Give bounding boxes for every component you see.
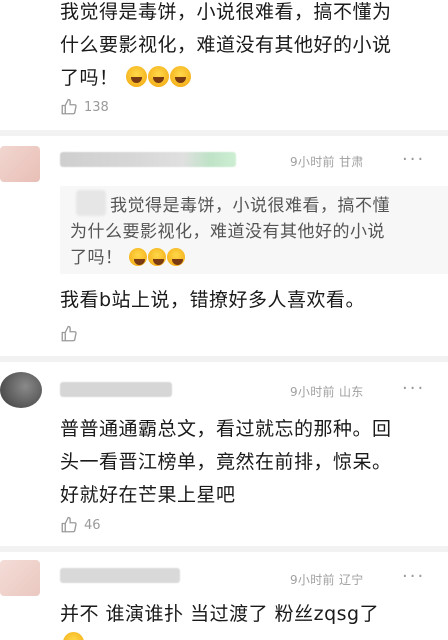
laugh-cry-emoji-icon (129, 248, 148, 266)
comment-body: 并不 谁演谁扑 当过渡了 粉丝zqsg了 (60, 603, 380, 625)
comment-body: 普普通通霸总文，看过就忘的那种。回 头一看晋江榜单，竟然在前排，惊呆。 好就好在… (60, 413, 392, 512)
username-blurred[interactable] (60, 152, 236, 167)
thumbs-up-icon (61, 516, 77, 533)
reply-body: 我看b站上说，错撩好多人喜欢看。 (60, 289, 366, 311)
username-blurred[interactable] (60, 382, 172, 397)
quote-line: 我觉得是毒饼，小说很难看，搞不懂 (110, 196, 390, 216)
more-options-icon[interactable]: ··· (402, 566, 425, 587)
more-options-icon[interactable]: ··· (402, 378, 425, 399)
more-options-icon[interactable]: ··· (402, 149, 425, 170)
quoted-comment-text: 我觉得是毒饼，小说很难看，搞不懂 为什么要影视化，难道没有其他好的小说 了吗！ (70, 193, 390, 271)
like-count: 46 (84, 517, 101, 533)
timestamp-location: 9小时前 辽宁 (290, 573, 364, 587)
avatar[interactable] (0, 146, 40, 182)
laugh-cry-emoji-icon (148, 66, 170, 87)
comment-line: 普普通通霸总文，看过就忘的那种。回 (60, 418, 392, 440)
comment-line: 了吗！ (60, 62, 392, 95)
like-button[interactable]: 46 (60, 516, 101, 534)
avatar[interactable] (0, 372, 42, 408)
quote-line: 为什么要影视化，难道没有其他好的小说 (70, 222, 385, 242)
quote-line: 了吗！ (70, 245, 390, 271)
timestamp-location: 9小时前 山东 (290, 385, 364, 399)
section-divider (0, 130, 448, 136)
thumbs-up-icon (61, 325, 77, 342)
like-count: 138 (84, 99, 109, 115)
emoji-icon (63, 632, 84, 640)
section-divider (0, 356, 448, 362)
avatar[interactable] (0, 560, 40, 596)
like-button[interactable]: 138 (60, 98, 109, 116)
comment-feed: 我觉得是毒饼，小说很难看，搞不懂为 什么要影视化，难道没有其他好的小说 了吗！ … (0, 0, 448, 640)
comment-line: 好就好在芒果上星吧 (60, 484, 236, 506)
laugh-cry-emoji-icon (148, 248, 167, 266)
laugh-cry-emoji-icon (126, 66, 148, 87)
comment-body: 我觉得是毒饼，小说很难看，搞不懂为 什么要影视化，难道没有其他好的小说 了吗！ (60, 0, 392, 95)
like-button[interactable] (60, 325, 84, 343)
laugh-cry-emoji-icon (170, 66, 192, 87)
timestamp-location: 9小时前 甘肃 (290, 155, 364, 169)
comment-line: 我觉得是毒饼，小说很难看，搞不懂为 (60, 1, 392, 23)
section-divider (0, 546, 448, 552)
comment-line: 头一看晋江榜单，竟然在前排，惊呆。 (60, 451, 392, 473)
username-blurred[interactable] (60, 568, 180, 583)
comment-line: 什么要影视化，难道没有其他好的小说 (60, 34, 392, 56)
laugh-cry-emoji-icon (167, 248, 186, 266)
thumbs-up-icon (61, 98, 77, 115)
